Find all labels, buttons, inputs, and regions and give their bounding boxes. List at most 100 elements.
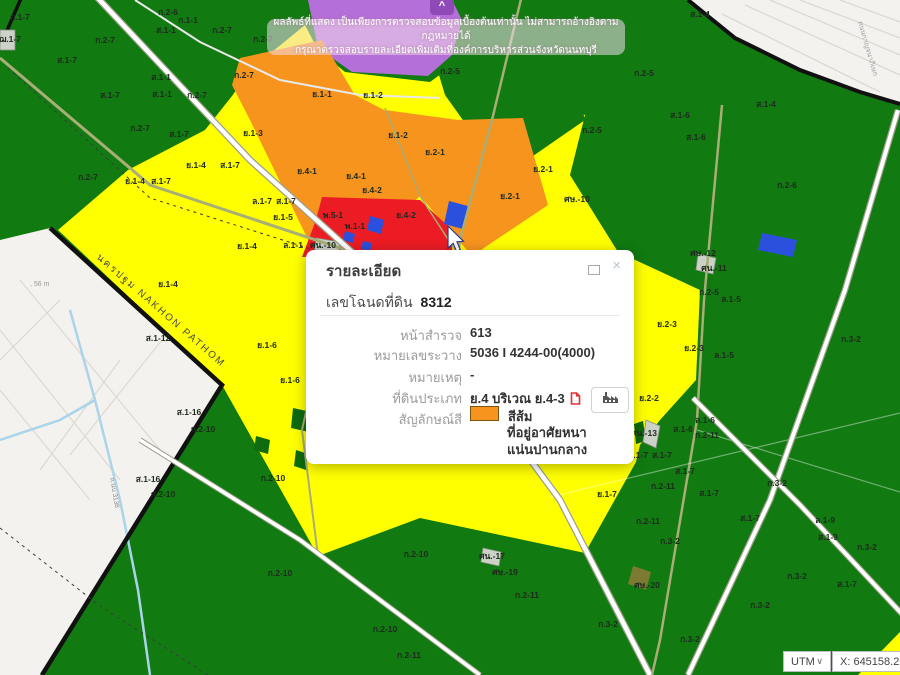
map-zone-label: ส.1-7 [699, 488, 719, 498]
map-zone-label: ส.1-7 [220, 160, 240, 170]
map-zone-label: ศน.-17 [479, 551, 505, 561]
map-zone-label: ก.2-6 [777, 180, 797, 190]
map-zone-label: ก.2-5 [440, 66, 460, 76]
legend-color-swatch [470, 406, 499, 421]
field-label: ที่ดินประเภท [306, 388, 462, 409]
map-zone-label: ล.1-7 [252, 196, 272, 206]
dialog-title: รายละเอียด [326, 259, 401, 283]
map-zone-label: ก.1-7 [10, 12, 30, 22]
map-zone-label: ย.2-1 [533, 164, 553, 174]
deed-label: เลขโฉนดที่ดิน [326, 294, 413, 310]
map-zone-label: ก.3-2 [857, 542, 877, 552]
map-zone-label: ส.1-7 [169, 129, 189, 139]
map-zone-label: ฌ.1-7 [0, 34, 21, 44]
map-zone-label: ก.2-11 [515, 590, 539, 600]
map-zone-label: ศน.-13 [631, 428, 657, 438]
map-zone-label: ส.1-1 [151, 72, 171, 82]
map-zone-label: ส.1-7 [837, 579, 857, 589]
basemap-label: , 56 m [30, 281, 50, 288]
deed-value: 8312 [421, 294, 452, 310]
map-zone-label: ก.2-10 [404, 549, 429, 559]
map-zone-label: ล.1-9 [815, 515, 835, 525]
map-zone-label: ก.2-7 [95, 35, 115, 45]
map-zone-label: ส.1-6 [673, 424, 693, 434]
map-zone-label: ก.3-2 [750, 600, 770, 610]
map-zone-label: ศน.-10 [310, 240, 336, 250]
map-zone-label: พ.1-1 [345, 221, 366, 231]
collapse-panel-button[interactable]: ^ [430, 0, 454, 15]
map-zone-label: ย.1-6 [257, 340, 277, 350]
map-zone-label: ย.1-5 [273, 212, 293, 222]
field-value: 613 [470, 325, 492, 340]
map-zone-label: ก.2-10 [151, 489, 176, 499]
chevron-down-icon: ∨ [816, 656, 823, 667]
map-zone-label: ส.1-7 [276, 196, 296, 206]
map-zone-label: ก.3-2 [767, 478, 787, 488]
map-zone-label: ส.1-7 [100, 90, 120, 100]
divider [320, 315, 620, 316]
map-zone-label: ก.2-7 [234, 70, 254, 80]
coordinate-system-value: UTM [791, 656, 815, 668]
map-zone-label: ก.2-10 [373, 624, 398, 634]
field-label: หน้าสำรวจ [306, 325, 462, 346]
map-zone-label: ส.1-1 [156, 25, 176, 35]
map-zone-label: ย.2-2 [639, 393, 659, 403]
map-zone-label: ส.1-9 [818, 532, 838, 542]
map-zone-label: ล.1-6 [695, 415, 715, 425]
factory-icon [602, 391, 619, 409]
land-type-value: ย.4 บริเวณ ย.4-3 [470, 391, 565, 406]
map-zone-label: ก.3-2 [787, 571, 807, 581]
map-zone-label: ก.2-10 [268, 568, 293, 578]
x-coordinate-readout: X: 645158.20253 [832, 651, 900, 672]
details-dialog: รายละเอียด × เลขโฉนดที่ดิน 8312 หน้าสำรวจ… [306, 250, 634, 464]
map-zone-label: ย.1-6 [280, 375, 300, 385]
field-value: 5036 I 4244-00(4000) [470, 345, 595, 360]
map-zone-label: ย.2-3 [657, 319, 677, 329]
disclaimer-line1: ผลลัพธ์ที่แสดง เป็นเพียงการตรวจสอบข้อมูล… [267, 16, 625, 44]
map-zone-label: ก.2-5 [634, 68, 654, 78]
field-value: - [470, 367, 474, 382]
map-zone-label: ก.2-7 [130, 123, 150, 133]
map-zone-label: ก.2-7 [187, 90, 207, 100]
map-zone-label: ล.1-5 [721, 294, 741, 304]
map-zone-label: ย.1-2 [363, 90, 383, 100]
map-zone-label: ก.2-10 [191, 424, 216, 434]
map-zone-label: ก.3-2 [598, 619, 618, 629]
map-zone-label: ส.1-16 [136, 474, 161, 484]
map-zone-label: ก.3-2 [841, 334, 861, 344]
map-zone-label: ศษ.-12 [690, 248, 716, 258]
legend-label: สัญลักษณ์สี [306, 409, 462, 430]
map-zone-label: ก.2-11 [397, 650, 421, 660]
pdf-file-icon[interactable] [570, 392, 581, 408]
map-zone-label: ก.2-7 [78, 172, 98, 182]
map-zone-label: ส.1-1 [152, 89, 172, 99]
field-label: หมายเลขระวาง [306, 345, 462, 366]
map-zone-label: ย.2-1 [425, 147, 445, 157]
disclaimer-line2: กรุณาตรวจสอบรายละเอียดเพิ่มเติมที่องค์กา… [267, 44, 625, 58]
legend-desc-line2: แน่นปานกลาง [507, 439, 587, 460]
factory-report-button[interactable] [591, 387, 629, 413]
map-zone-label: ก.2-5 [699, 287, 719, 297]
map-zone-label: ย.2-3 [684, 343, 704, 353]
map-zone-label: ก.2-6 [158, 7, 178, 17]
map-viewport: ก.1-7ก.2-6ก.1-1ส.1-1ก.2-7ก.2-7ก.2-7ฌ.1-7… [0, 0, 900, 675]
map-zone-label: ส.1-7 [652, 450, 672, 460]
map-zone-label: ย.1-4 [158, 279, 178, 289]
map-zone-label: ศษ.-20 [634, 580, 660, 590]
map-zone-label: ก.3-2 [660, 536, 680, 546]
map-zone-label: ก.3-2 [680, 634, 700, 644]
map-zone-label: ก.2-10 [261, 473, 286, 483]
map-zone-label: ส.1-7 [151, 176, 171, 186]
map-zone-label: ก.2-7 [212, 25, 232, 35]
map-zone-label: ย.1-4 [186, 160, 206, 170]
map-zone-label: ย.4-1 [346, 171, 366, 181]
coordinate-system-dropdown[interactable]: UTM ∨ [783, 651, 831, 672]
close-icon[interactable]: × [612, 257, 621, 274]
map-zone-label: ย.1-4 [237, 241, 257, 251]
map-zone-label: ล.1-1 [283, 240, 303, 250]
maximize-icon[interactable] [588, 265, 600, 275]
map-zone-label: ก.1-1 [178, 15, 198, 25]
map-zone-label: ก.2-11 [695, 430, 719, 440]
map-zone-label: ย.1-1 [312, 89, 332, 99]
map-zone-label: ศน.-11 [701, 263, 727, 273]
